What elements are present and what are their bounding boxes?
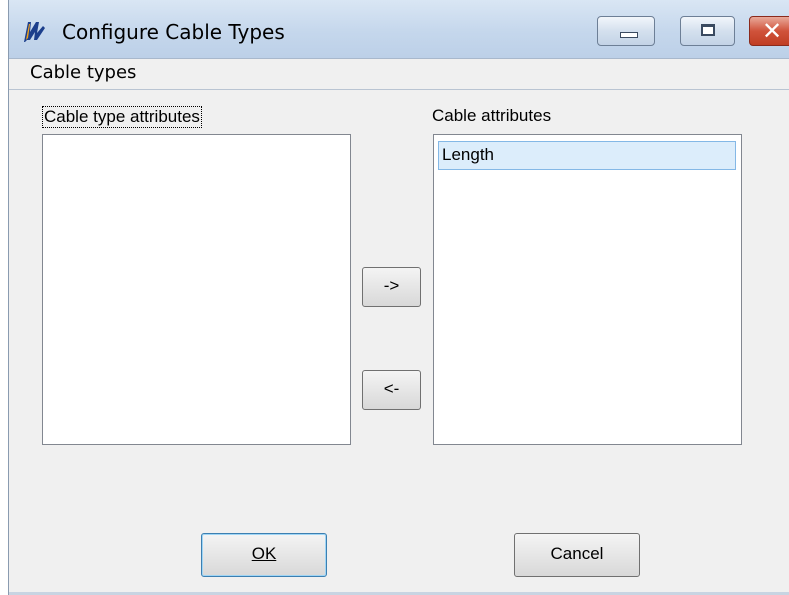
maximize-icon (701, 24, 715, 36)
title-bar[interactable]: Configure Cable Types ✕ (9, 0, 789, 59)
window-title: Configure Cable Types (62, 20, 285, 44)
close-icon: ✕ (762, 17, 783, 45)
cable-type-attributes-list[interactable] (42, 134, 351, 445)
cable-type-attributes-label: Cable type attributes (42, 106, 202, 128)
list-item-length[interactable]: Length (438, 141, 736, 170)
cancel-button[interactable]: Cancel (514, 533, 640, 577)
ok-button-label: OK (251, 544, 277, 563)
cable-attributes-label: Cable attributes (432, 106, 552, 125)
ok-button[interactable]: OK (201, 533, 327, 577)
add-attribute-button[interactable]: -> (362, 267, 421, 307)
minimize-icon (620, 32, 638, 38)
configure-cable-types-dialog: Configure Cable Types ✕ Cable types Cabl… (8, 0, 789, 595)
app-logo-icon (24, 22, 45, 42)
cable-attributes-list[interactable]: Length (433, 134, 742, 445)
menu-bar: Cable types (9, 59, 789, 90)
close-button[interactable]: ✕ (749, 16, 789, 46)
minimize-button[interactable] (597, 16, 655, 46)
remove-attribute-button[interactable]: <- (362, 370, 421, 410)
menu-item-cable-types[interactable]: Cable types (30, 62, 136, 83)
maximize-button[interactable] (680, 16, 735, 46)
